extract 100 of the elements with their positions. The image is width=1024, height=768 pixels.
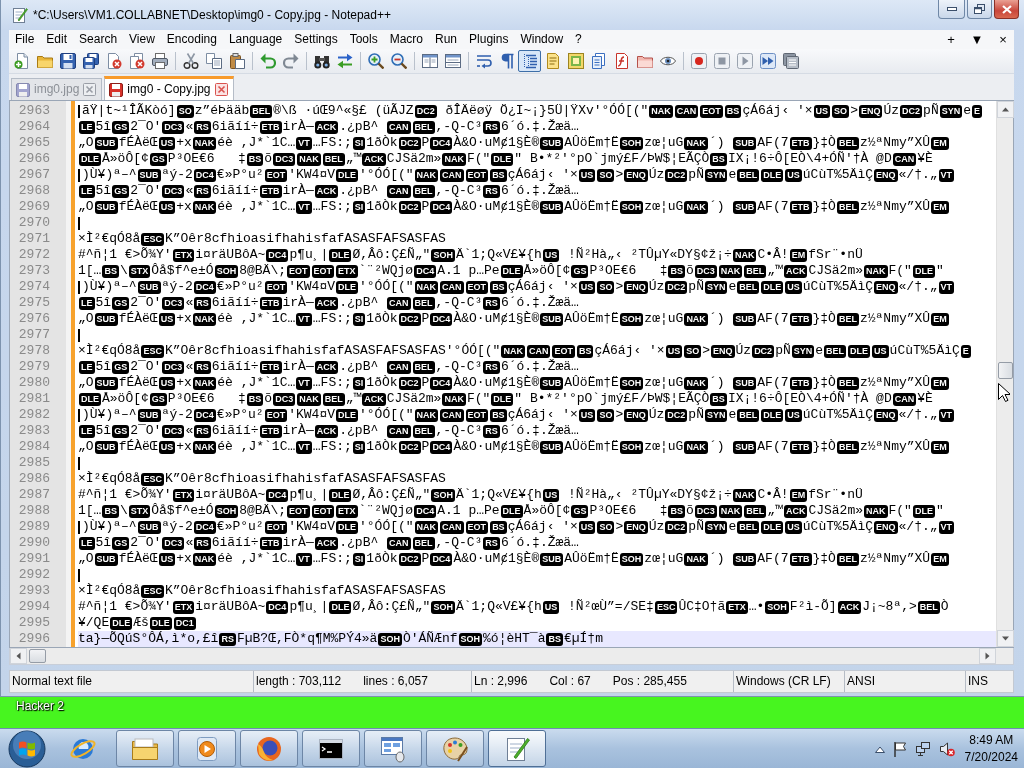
menu-item[interactable]: Language	[222, 32, 289, 47]
text-run: õ	[685, 263, 694, 279]
menu-item[interactable]: Run	[429, 32, 464, 47]
control-code: RS	[219, 632, 236, 646]
text-run: «	[185, 535, 194, 551]
control-code: GS	[149, 392, 167, 406]
speaker-muted-icon[interactable]	[938, 740, 955, 757]
control-code: ACK	[837, 600, 862, 614]
menu-item[interactable]: Search	[73, 32, 124, 47]
lines-label: lines : 6,057	[363, 674, 428, 689]
taskbar-app-button[interactable]	[240, 730, 298, 767]
text-run: K”Oêr8cfhioasifhahisfafASASFAFSASFAS'°ÓÓ[("	[164, 343, 501, 359]
control-code: NAK	[297, 392, 321, 406]
text-run: AF(7	[757, 439, 789, 455]
control-code: DLE	[329, 248, 352, 262]
network-icon[interactable]	[914, 740, 931, 757]
text-run: ´)	[708, 199, 726, 215]
control-code: RS	[483, 120, 500, 134]
control-code: SUB	[540, 552, 564, 566]
control-code: LE	[79, 536, 95, 550]
control-code: SUB	[540, 200, 564, 214]
clock-button[interactable]: 8:49 AM 7/20/2024	[962, 731, 1020, 766]
control-code: DLE	[761, 408, 784, 422]
menu-item[interactable]: Settings	[288, 32, 344, 47]
text-run: €µÍ†m	[563, 631, 603, 647]
text-run: "	[935, 503, 944, 519]
close-icon[interactable]	[214, 83, 228, 96]
control-code: NAK	[297, 152, 321, 166]
menu-item[interactable]: Encoding	[160, 32, 223, 47]
text-run: pÑ	[688, 279, 704, 295]
scroll-up-button[interactable]	[997, 101, 1014, 118]
menu-item[interactable]: View	[123, 32, 161, 47]
text-run: „™	[345, 151, 362, 167]
scroll-left-button[interactable]	[10, 648, 27, 664]
text-run: „O	[78, 375, 94, 391]
chevron-up-icon	[874, 745, 885, 753]
folder-icon	[36, 53, 53, 69]
control-code: EM	[789, 488, 808, 502]
tab-list-button[interactable]: ▼	[970, 31, 984, 48]
text-run: 'KW4¤V	[288, 167, 335, 183]
text-run: «/†.„	[898, 519, 938, 535]
documents-x-icon	[128, 53, 145, 69]
scrollbar-thumb[interactable]	[998, 362, 1013, 379]
menu-item[interactable]: Edit	[40, 32, 74, 47]
flag-icon[interactable]	[892, 740, 907, 757]
minimize-button[interactable]	[938, 0, 965, 19]
control-code: SUB	[94, 312, 118, 326]
control-code: SI	[352, 376, 366, 390]
control-code: DC2	[900, 104, 923, 118]
scroll-down-button[interactable]	[997, 630, 1014, 647]
line-number: 2969	[17, 199, 51, 215]
new-tab-button[interactable]: +	[944, 31, 958, 48]
taskbar-app-button[interactable]	[302, 730, 360, 767]
scroll-right-button[interactable]	[979, 648, 996, 664]
scrollbar-thumb[interactable]	[29, 649, 46, 663]
menu-item[interactable]: ?	[569, 32, 588, 47]
close-window-button[interactable]	[994, 0, 1019, 19]
menu-item[interactable]: Plugins	[463, 32, 515, 47]
text-run: >	[615, 519, 624, 535]
control-code: DLE	[761, 520, 784, 534]
text-run: 5î	[95, 119, 112, 135]
text-run: çÁ6áj‹ '×	[507, 167, 578, 183]
text-run: 8@BÄ\;	[239, 503, 286, 519]
control-code: DC4	[193, 520, 216, 534]
tab[interactable]: img0 - Copy.jpg	[104, 76, 234, 100]
text-run: pÑ	[775, 343, 791, 359]
clipboard-icon	[228, 53, 245, 69]
line-number: 2994	[17, 599, 51, 615]
text-run: .¿pB^	[339, 535, 380, 551]
indent-guide-button[interactable]	[518, 50, 541, 72]
control-code: DLE	[149, 616, 172, 630]
menu-item[interactable]: Window	[514, 32, 570, 47]
text-run: éè ,J*`1C…	[217, 135, 296, 151]
control-code: LE	[79, 360, 95, 374]
control-code: DLE	[848, 344, 871, 358]
horizontal-scrollbar[interactable]	[9, 648, 1014, 665]
menu-item[interactable]: File	[9, 32, 41, 47]
text-run: ðÎÄëøÿ Ö¿I~¡}5Ü|ŸXv'°ÓÓ[("	[444, 103, 649, 119]
control-code: GS	[571, 264, 589, 278]
record-icon	[690, 53, 707, 69]
vertical-scrollbar[interactable]	[996, 101, 1013, 647]
control-code: ETB	[789, 376, 812, 390]
control-code: RS	[483, 184, 500, 198]
menu-item[interactable]: Tools	[343, 32, 384, 47]
control-code: SUB	[137, 168, 161, 182]
control-code: DC3	[694, 264, 717, 278]
text-run: 2¯O'	[130, 183, 162, 199]
restore-button[interactable]	[967, 0, 992, 19]
menu-item[interactable]: Macro	[383, 32, 429, 47]
control-code: EOT	[465, 408, 489, 422]
control-code: RS	[483, 536, 500, 550]
control-code: ACK	[783, 504, 808, 518]
control-code: RS	[194, 120, 211, 134]
control-code: SOH	[378, 632, 402, 646]
text-run: z½ªNmy”XÛ	[859, 135, 931, 151]
text-run: Æš	[133, 615, 149, 631]
control-code: DLE	[761, 280, 784, 294]
text-run: fSr¨•nÜ	[808, 487, 863, 503]
text-run: e	[728, 279, 737, 295]
close-tab-button[interactable]: ×	[996, 31, 1010, 48]
